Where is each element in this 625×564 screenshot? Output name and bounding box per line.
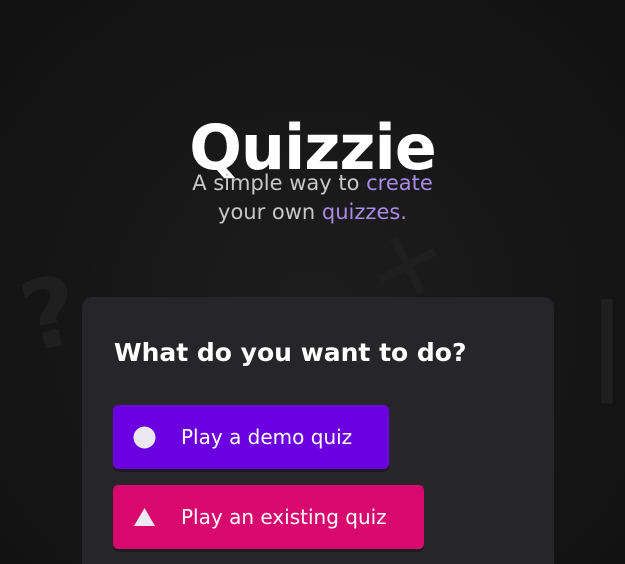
play-existing-quiz-label: Play an existing quiz (181, 505, 387, 529)
subtitle-accent-quizzes: quizzes. (321, 200, 407, 224)
app-subtitle: A simple way to create your own quizzes. (150, 169, 475, 227)
background-bar-icon: | (588, 282, 625, 404)
subtitle-text-1: A simple way to (192, 171, 367, 195)
page: ? ✕ | Quizzie A simple way to create you… (0, 0, 625, 564)
subtitle-text-2: your own (218, 200, 322, 224)
background-question-mark-icon: ? (10, 253, 89, 375)
action-card: What do you want to do? Play a demo quiz… (82, 297, 554, 564)
triangle-icon (134, 508, 155, 526)
play-demo-quiz-button[interactable]: Play a demo quiz (113, 405, 389, 469)
subtitle-accent-create: create (366, 171, 433, 195)
play-demo-quiz-label: Play a demo quiz (181, 425, 353, 449)
card-title: What do you want to do? (114, 338, 467, 367)
play-existing-quiz-button[interactable]: Play an existing quiz (113, 485, 424, 549)
circle-icon (133, 426, 156, 449)
